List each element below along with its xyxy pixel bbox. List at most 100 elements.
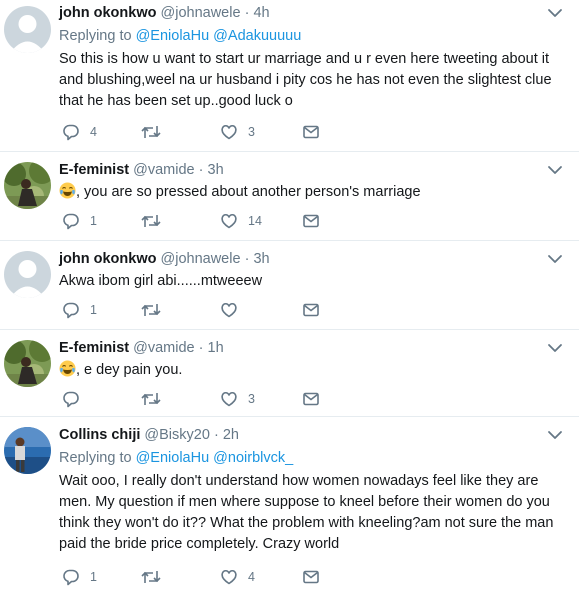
retweet-icon bbox=[141, 212, 161, 230]
tweet-header: Collins chiji @Bisky20 · 2h bbox=[59, 425, 565, 445]
display-name[interactable]: john okonkwo bbox=[59, 251, 156, 267]
retweet-icon bbox=[141, 390, 161, 408]
heart-icon bbox=[220, 123, 238, 141]
direct-message-button[interactable] bbox=[302, 211, 320, 231]
reply-button[interactable]: 1 bbox=[62, 211, 97, 231]
separator-dot: · bbox=[198, 162, 204, 178]
reply-button[interactable]: 1 bbox=[62, 300, 97, 320]
tweet-text: , you are so pressed about another perso… bbox=[59, 182, 565, 203]
chevron-down-icon[interactable] bbox=[545, 425, 565, 445]
avatar[interactable] bbox=[4, 340, 51, 387]
reply-count: 1 bbox=[90, 303, 97, 317]
action-bar: 1 bbox=[59, 300, 359, 320]
face-with-tears-of-joy-emoji bbox=[59, 182, 76, 199]
like-count: 3 bbox=[248, 392, 255, 406]
tweet-text-body: , e dey pain you. bbox=[76, 362, 183, 378]
like-button[interactable]: 14 bbox=[220, 211, 262, 231]
tweet[interactable]: john okonkwo @johnawele · 4h Replying to… bbox=[0, 0, 579, 150]
tweet[interactable]: john okonkwo @johnawele · 3h Akwa ibom g… bbox=[0, 241, 579, 329]
action-bar: 1 4 bbox=[59, 567, 359, 587]
retweet-icon bbox=[141, 301, 161, 319]
envelope-icon bbox=[302, 212, 320, 230]
chevron-down-icon[interactable] bbox=[545, 160, 565, 180]
tweet[interactable]: Collins chiji @Bisky20 · 2h Replying to … bbox=[0, 417, 579, 599]
avatar-default[interactable] bbox=[4, 6, 51, 53]
like-button[interactable] bbox=[220, 300, 248, 320]
reply-count: 1 bbox=[90, 214, 97, 228]
action-bar: 1 14 bbox=[59, 211, 359, 231]
tweet-text: So this is how u want to start ur marria… bbox=[59, 51, 552, 109]
reply-button[interactable] bbox=[62, 389, 90, 409]
envelope-icon bbox=[302, 301, 320, 319]
timestamp[interactable]: 1h bbox=[208, 340, 224, 356]
reply-icon bbox=[62, 301, 80, 319]
tweet-text: , e dey pain you. bbox=[59, 360, 565, 381]
like-button[interactable]: 4 bbox=[220, 567, 255, 587]
reply-count: 4 bbox=[90, 125, 97, 139]
avatar-default[interactable] bbox=[4, 251, 51, 298]
direct-message-button[interactable] bbox=[302, 389, 320, 409]
like-button[interactable]: 3 bbox=[220, 122, 255, 142]
chevron-down-icon[interactable] bbox=[545, 249, 565, 269]
direct-message-button[interactable] bbox=[302, 122, 320, 142]
separator-dot: · bbox=[244, 251, 250, 267]
reply-button[interactable]: 1 bbox=[62, 567, 97, 587]
separator-dot: · bbox=[213, 427, 219, 443]
mention-link[interactable]: @noirblvck_ bbox=[213, 450, 293, 466]
action-bar: 3 bbox=[59, 389, 359, 409]
avatar[interactable] bbox=[4, 427, 51, 474]
display-name[interactable]: Collins chiji bbox=[59, 427, 140, 443]
chevron-down-icon[interactable] bbox=[545, 338, 565, 358]
chevron-down-icon[interactable] bbox=[545, 3, 565, 23]
direct-message-button[interactable] bbox=[302, 300, 320, 320]
tweet-text-body: , you are so pressed about another perso… bbox=[76, 184, 421, 200]
mention-link[interactable]: @EniolaHu bbox=[136, 450, 210, 466]
reply-count: 1 bbox=[90, 570, 97, 584]
tweet-text: Wait ooo, I really don't understand how … bbox=[59, 473, 554, 552]
retweet-icon bbox=[141, 123, 161, 141]
like-count: 4 bbox=[248, 570, 255, 584]
user-handle[interactable]: @vamide bbox=[133, 162, 194, 178]
user-handle[interactable]: @vamide bbox=[133, 340, 194, 356]
separator-dot: · bbox=[198, 340, 204, 356]
like-button[interactable]: 3 bbox=[220, 389, 255, 409]
envelope-icon bbox=[302, 390, 320, 408]
reply-icon bbox=[62, 568, 80, 586]
reply-icon bbox=[62, 390, 80, 408]
replying-to-label: Replying to bbox=[59, 450, 132, 466]
reply-icon bbox=[62, 123, 80, 141]
retweet-button[interactable] bbox=[141, 389, 171, 409]
reply-icon bbox=[62, 212, 80, 230]
display-name[interactable]: E-feminist bbox=[59, 340, 129, 356]
timestamp[interactable]: 3h bbox=[208, 162, 224, 178]
replying-to-label: Replying to bbox=[59, 28, 132, 44]
retweet-icon bbox=[141, 568, 161, 586]
mention-link[interactable]: @Adakuuuuu bbox=[213, 28, 301, 44]
retweet-button[interactable] bbox=[141, 300, 171, 320]
timestamp[interactable]: 4h bbox=[253, 5, 269, 21]
separator-dot: · bbox=[244, 5, 250, 21]
display-name[interactable]: john okonkwo bbox=[59, 5, 156, 21]
avatar[interactable] bbox=[4, 162, 51, 209]
tweet-text: Akwa ibom girl abi......mtweeew bbox=[59, 273, 263, 289]
retweet-button[interactable] bbox=[141, 567, 171, 587]
tweet[interactable]: E-feminist @vamide · 1h , e dey pain you… bbox=[0, 330, 579, 416]
timestamp[interactable]: 2h bbox=[223, 427, 239, 443]
like-count: 14 bbox=[248, 214, 262, 228]
timestamp[interactable]: 3h bbox=[253, 251, 269, 267]
retweet-button[interactable] bbox=[141, 211, 171, 231]
user-handle[interactable]: @johnawele bbox=[161, 5, 241, 21]
user-handle[interactable]: @johnawele bbox=[161, 251, 241, 267]
tweet-header: E-feminist @vamide · 1h bbox=[59, 338, 565, 358]
tweet[interactable]: E-feminist @vamide · 3h , you are so pre… bbox=[0, 152, 579, 240]
like-count: 3 bbox=[248, 125, 255, 139]
replying-to: Replying to @EniolaHu @noirblvck_ bbox=[59, 448, 565, 468]
direct-message-button[interactable] bbox=[302, 567, 320, 587]
retweet-button[interactable] bbox=[141, 122, 171, 142]
envelope-icon bbox=[302, 123, 320, 141]
heart-icon bbox=[220, 390, 238, 408]
mention-link[interactable]: @EniolaHu bbox=[136, 28, 210, 44]
reply-button[interactable]: 4 bbox=[62, 122, 97, 142]
user-handle[interactable]: @Bisky20 bbox=[144, 427, 210, 443]
display-name[interactable]: E-feminist bbox=[59, 162, 129, 178]
